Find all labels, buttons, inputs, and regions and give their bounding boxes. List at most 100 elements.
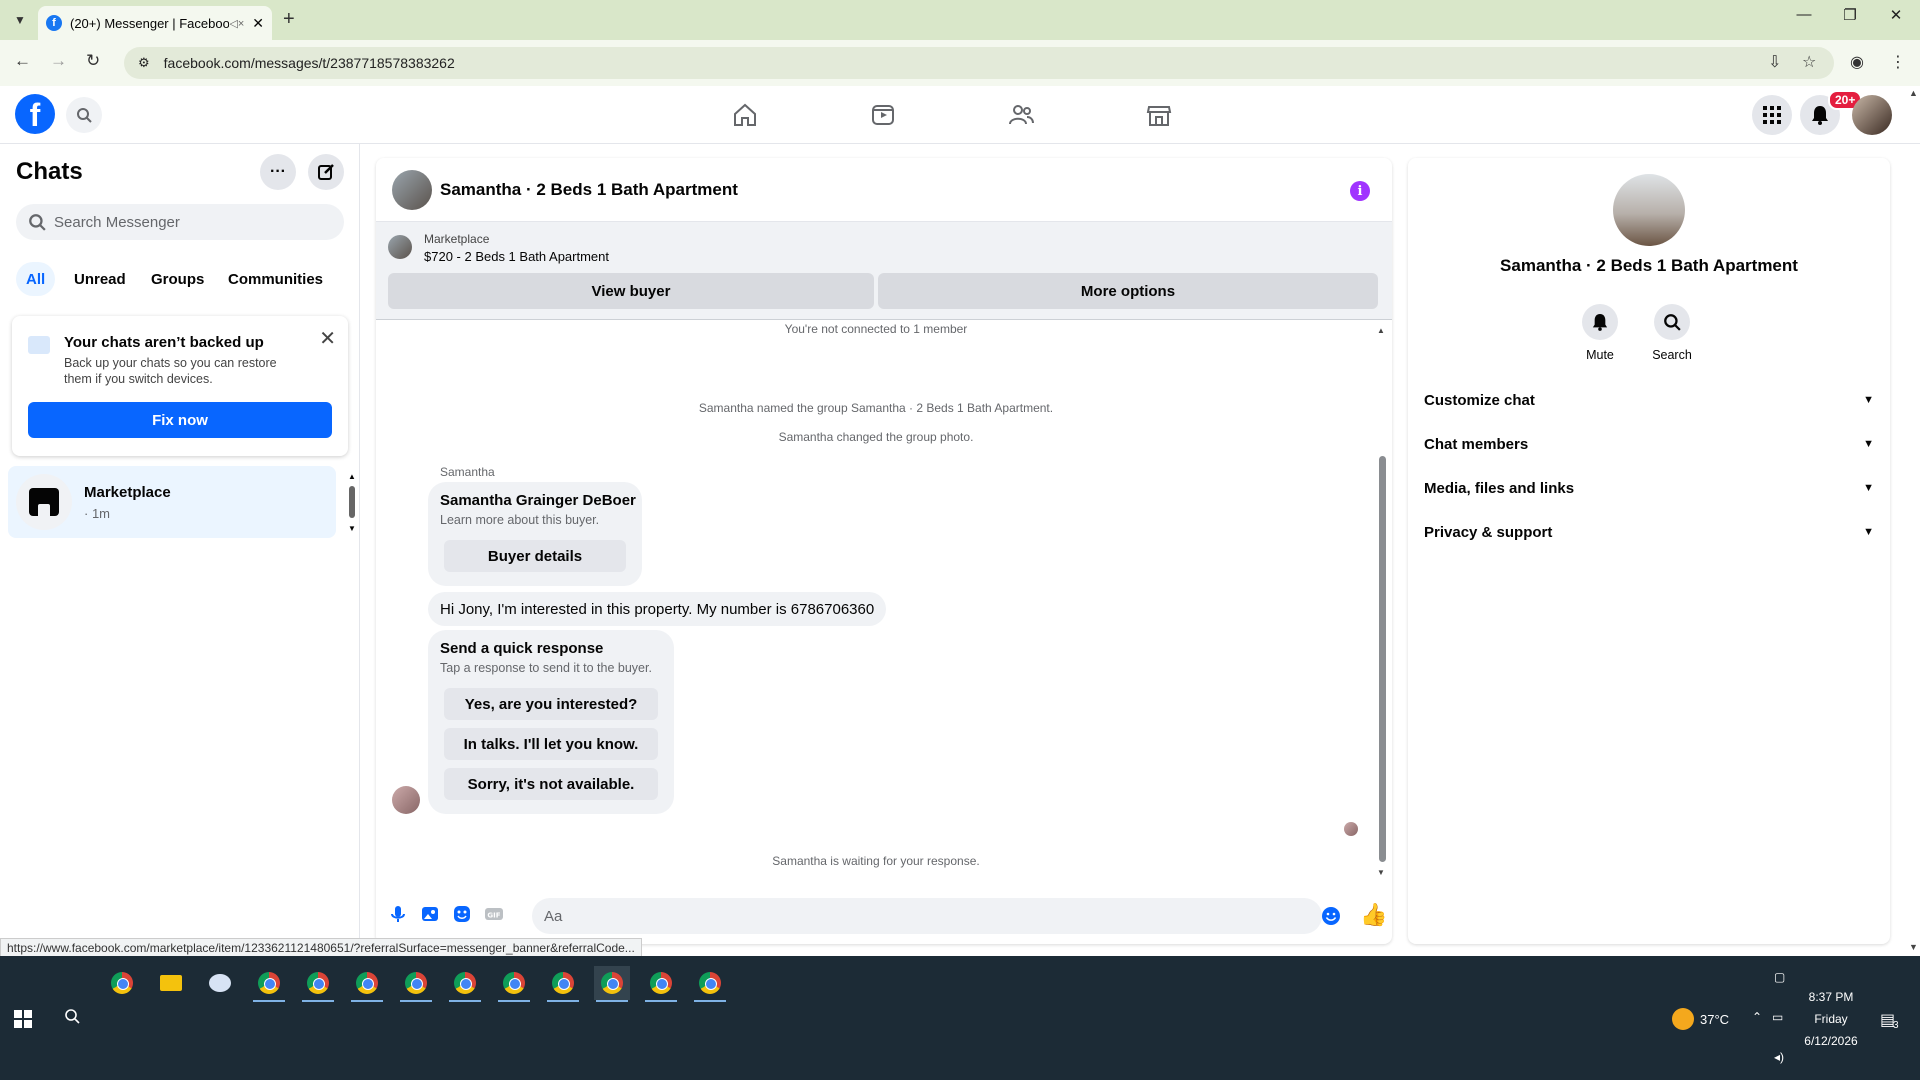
facebook-logo-icon[interactable]: f	[15, 94, 55, 134]
restore-button[interactable]: ❐	[1830, 6, 1870, 24]
sticker-icon[interactable]	[452, 904, 472, 924]
section-label: Chat members	[1424, 435, 1529, 453]
tablet-mode-icon[interactable]: ▢	[1774, 970, 1785, 984]
page-scrollbar[interactable]: ▲ ▼	[1906, 86, 1920, 956]
buyer-card: Samantha Grainger DeBoer Learn more abou…	[428, 482, 642, 586]
customize-chat-row[interactable]: Customize chat ▼	[1424, 380, 1874, 420]
chat-members-row[interactable]: Chat members ▼	[1424, 424, 1874, 464]
marketplace-banner: Marketplace $720 - 2 Beds 1 Bath Apartme…	[376, 222, 1392, 320]
photo-icon[interactable]	[420, 904, 440, 924]
quick-response-option[interactable]: In talks. I'll let you know.	[444, 728, 658, 760]
facebook-header	[0, 86, 1920, 144]
mute-button[interactable]: Mute	[1570, 304, 1630, 362]
search-placeholder: Search Messenger	[54, 213, 180, 231]
volume-icon[interactable]: ◂)	[1774, 1050, 1784, 1064]
microphone-icon[interactable]	[388, 904, 408, 924]
emoji-icon[interactable]	[1321, 906, 1341, 926]
account-avatar[interactable]	[1852, 95, 1892, 135]
site-info-icon[interactable]: ⚙	[138, 55, 150, 71]
quick-response-option[interactable]: Sorry, it's not available.	[444, 768, 658, 800]
chrome-window-icon[interactable]	[447, 966, 483, 1002]
search-icon[interactable]	[64, 1008, 80, 1029]
marketplace-icon[interactable]	[1145, 101, 1173, 129]
notification-count: 3	[1893, 1020, 1899, 1031]
close-window-button[interactable]: ✕	[1876, 6, 1916, 24]
tray-chevron-up-icon[interactable]: ⌃	[1752, 1010, 1762, 1024]
info-icon[interactable]: i	[1350, 181, 1370, 201]
more-options-button[interactable]: More options	[878, 273, 1378, 309]
facebook-favicon-icon: f	[46, 15, 62, 31]
tab-mute-icon[interactable]: ◁×	[229, 17, 244, 30]
chrome-window-icon[interactable]	[398, 966, 434, 1002]
conversation-scrollbar[interactable]: ▲ ▼	[1376, 326, 1388, 878]
clock-day[interactable]: Friday	[1806, 1012, 1856, 1026]
buyer-details-button[interactable]: Buyer details	[444, 540, 626, 572]
new-tab-button[interactable]: +	[283, 8, 295, 31]
bookmark-star-icon[interactable]: ☆	[1802, 52, 1816, 72]
weather-temp[interactable]: 37°C	[1700, 1012, 1729, 1027]
group-avatar[interactable]	[392, 170, 432, 210]
fix-now-button[interactable]: Fix now	[28, 402, 332, 438]
chrome-window-icon[interactable]	[594, 966, 630, 1002]
chrome-window-icon[interactable]	[349, 966, 385, 1002]
friends-icon[interactable]	[1007, 101, 1035, 129]
message-input[interactable]: Aa	[532, 898, 1322, 934]
group-photo[interactable]	[1613, 174, 1685, 246]
url-bar[interactable]: ⚙ facebook.com/messages/t/23877185783832…	[124, 47, 1834, 79]
chrome-window-icon[interactable]	[692, 966, 728, 1002]
conversation-header: Samantha · 2 Beds 1 Bath Apartment i	[376, 158, 1392, 222]
like-thumbs-up-icon[interactable]: 👍	[1360, 902, 1387, 928]
filter-communities[interactable]: Communities	[218, 262, 333, 296]
windows-start-icon[interactable]	[14, 1010, 32, 1028]
home-icon[interactable]	[731, 101, 759, 129]
minimize-button[interactable]: —	[1784, 6, 1824, 23]
chrome-taskbar-icon[interactable]	[104, 966, 140, 1000]
browser-tab[interactable]: f (20+) Messenger | Facebook ◁× ✕	[38, 6, 272, 40]
message-bubble: Hi Jony, I'm interested in this property…	[428, 592, 887, 626]
waiting-message: Samantha is waiting for your response.	[772, 854, 980, 868]
conversation-title[interactable]: Samantha · 2 Beds 1 Bath Apartment	[440, 180, 738, 200]
more-options-icon[interactable]: ···	[260, 154, 296, 190]
video-icon[interactable]	[869, 101, 897, 129]
close-tab-icon[interactable]: ✕	[252, 15, 264, 32]
chrome-window-icon[interactable]	[300, 966, 336, 1002]
chrome-window-icon[interactable]	[496, 966, 532, 1002]
gif-icon[interactable]: GIF	[484, 904, 504, 924]
chrome-window-icon[interactable]	[643, 966, 679, 1002]
clock-time[interactable]: 8:37 PM	[1806, 990, 1856, 1004]
search-conversation-button[interactable]: Search	[1642, 304, 1702, 362]
quick-response-option[interactable]: Yes, are you interested?	[444, 688, 658, 720]
clock-date[interactable]: 6/12/2026	[1800, 1034, 1862, 1048]
media-files-links-row[interactable]: Media, files and links ▼	[1424, 468, 1874, 508]
chrome-window-icon[interactable]	[545, 966, 581, 1002]
network-icon[interactable]: ▭	[1772, 1010, 1783, 1024]
view-buyer-button[interactable]: View buyer	[388, 273, 874, 309]
forward-button[interactable]: →	[50, 51, 67, 71]
tab-search-dropdown[interactable]: ▼	[8, 8, 32, 32]
filter-all[interactable]: All	[16, 262, 56, 296]
listing-title[interactable]: $720 - 2 Beds 1 Bath Apartment	[424, 249, 609, 264]
filter-unread[interactable]: Unread	[64, 262, 136, 296]
filter-groups[interactable]: Groups	[141, 262, 214, 296]
close-icon[interactable]: ✕	[319, 326, 336, 351]
search-messenger-input[interactable]: Search Messenger	[16, 204, 344, 240]
reload-button[interactable]: ↻	[86, 51, 100, 71]
sidebar-scrollbar[interactable]: ▲ ▼	[348, 472, 356, 533]
sender-name: Samantha	[440, 465, 495, 479]
privacy-support-row[interactable]: Privacy & support ▼	[1424, 512, 1874, 552]
chat-list-item[interactable]: Marketplace · 1m	[8, 466, 336, 538]
chrome-menu-icon[interactable]: ⋮	[1890, 52, 1906, 72]
back-button[interactable]: ←	[14, 51, 31, 71]
menu-grid-icon[interactable]	[1752, 95, 1792, 135]
search-icon[interactable]	[66, 97, 102, 133]
file-explorer-icon[interactable]	[153, 966, 189, 1000]
paint-app-icon[interactable]	[202, 966, 238, 1000]
new-message-icon[interactable]	[308, 154, 344, 190]
backup-description: Back up your chats so you can restore th…	[64, 356, 277, 386]
details-name: Samantha · 2 Beds 1 Bath Apartment	[1500, 256, 1798, 275]
search-icon	[1654, 304, 1690, 340]
chrome-window-icon[interactable]	[251, 966, 287, 1002]
weather-moon-icon[interactable]	[1672, 1008, 1694, 1030]
profile-icon[interactable]: ◉	[1850, 52, 1864, 72]
install-app-icon[interactable]: ⇩	[1768, 52, 1781, 72]
